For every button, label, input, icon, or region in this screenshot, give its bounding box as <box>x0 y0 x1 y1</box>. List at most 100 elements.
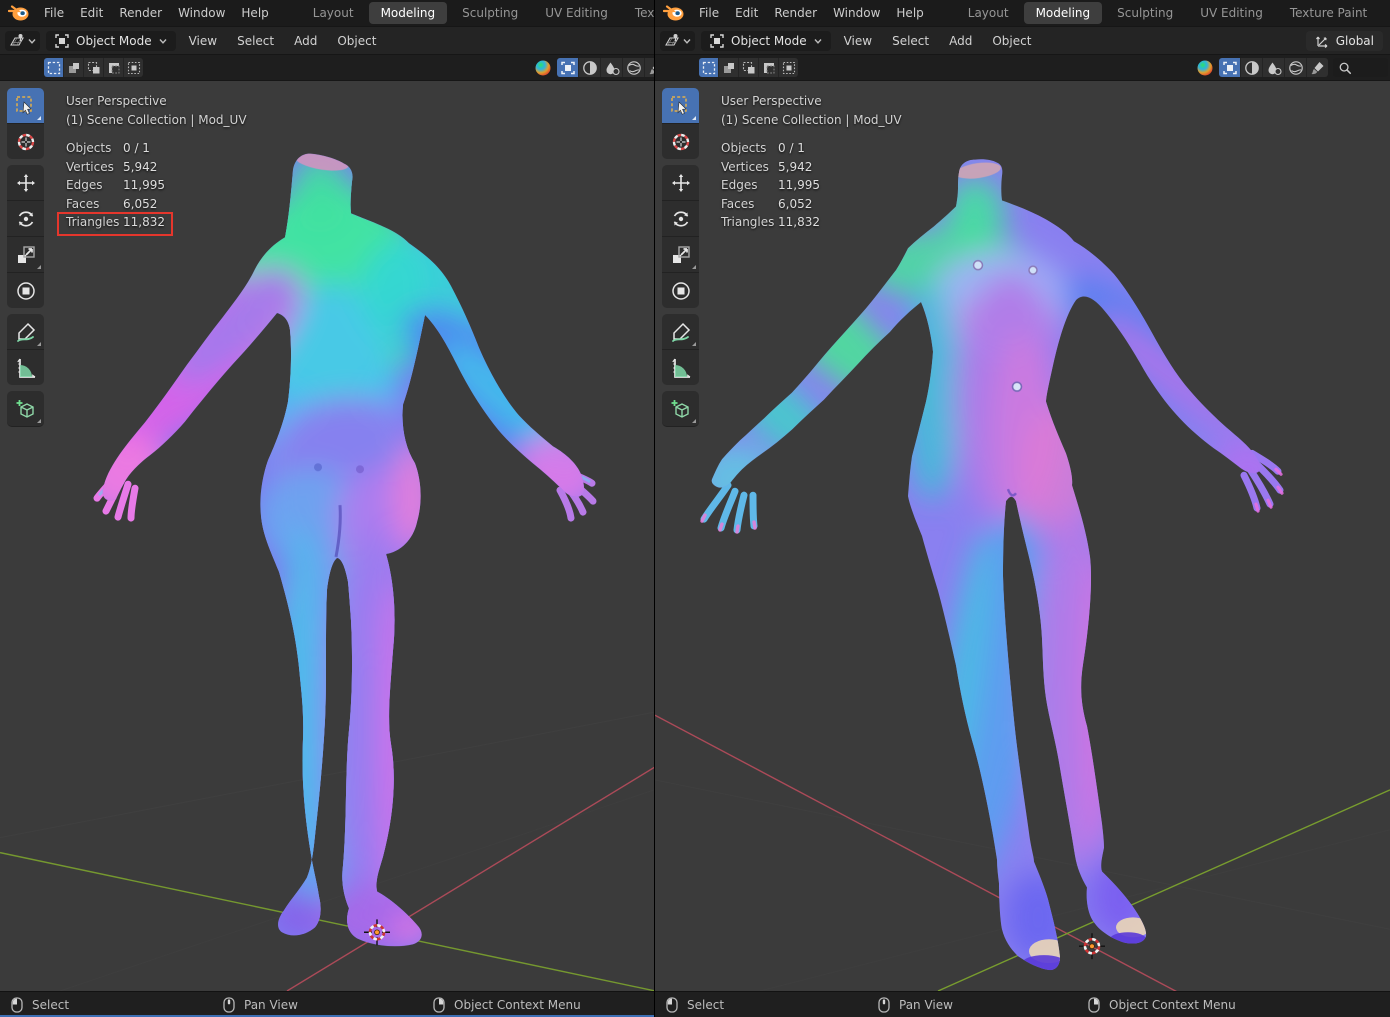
brush-icon[interactable] <box>645 58 654 77</box>
tab-modeling[interactable]: Modeling <box>1024 2 1103 24</box>
overlays-icon[interactable] <box>579 58 601 77</box>
select-mode-new[interactable] <box>719 58 739 77</box>
select-mode-tweak[interactable] <box>699 58 719 77</box>
rendered-shading-icon[interactable] <box>1285 58 1307 77</box>
select-mode-subtract[interactable] <box>104 58 124 77</box>
blender-window-right: File Edit Render Window Help Layout Mode… <box>655 0 1390 1017</box>
select-mode-extend[interactable] <box>84 58 104 77</box>
material-preview-icon[interactable] <box>601 58 623 77</box>
orientation-dropdown[interactable]: Global <box>1306 31 1383 51</box>
select-mode-subtract[interactable] <box>759 58 779 77</box>
xray-toggle-icon[interactable] <box>1219 58 1241 77</box>
tab-modeling[interactable]: Modeling <box>369 2 448 24</box>
gizmo-sphere-icon[interactable] <box>1196 59 1214 77</box>
tool-add-cube[interactable] <box>7 391 44 427</box>
menu-select[interactable]: Select <box>885 31 936 51</box>
viewport-3d[interactable]: User Perspective (1) Scene Collection | … <box>0 81 654 991</box>
tool-tweak-select[interactable] <box>7 88 44 124</box>
tool-tweak-select[interactable] <box>662 88 699 124</box>
tool-transform[interactable] <box>7 273 44 308</box>
menu-help[interactable]: Help <box>233 3 276 23</box>
tab-layout[interactable]: Layout <box>956 2 1021 24</box>
tool-rotate[interactable] <box>662 201 699 237</box>
view-perspective-label: User Perspective <box>66 92 247 111</box>
tool-measure[interactable] <box>7 350 44 385</box>
editor-type-selector[interactable] <box>660 31 695 51</box>
editor-type-selector[interactable] <box>5 31 40 51</box>
chevron-down-icon <box>682 36 692 46</box>
chevron-down-icon <box>813 36 823 46</box>
menu-window[interactable]: Window <box>170 3 233 23</box>
workspace-tabs: Layout Modeling Sculpting UV Editing Tex… <box>301 0 655 26</box>
menu-file[interactable]: File <box>691 3 727 23</box>
mode-label: Object Mode <box>731 34 807 48</box>
menu-edit[interactable]: Edit <box>727 3 766 23</box>
shading-cluster <box>534 58 654 77</box>
select-mode-intersect[interactable] <box>124 58 143 77</box>
search-field[interactable] <box>1333 58 1388 77</box>
object-mode-icon <box>709 33 725 49</box>
tool-add-cube[interactable] <box>662 391 699 427</box>
rendered-shading-icon[interactable] <box>623 58 645 77</box>
menu-view[interactable]: View <box>837 31 879 51</box>
tool-scale[interactable] <box>662 237 699 273</box>
mode-dropdown[interactable]: Object Mode <box>46 31 176 51</box>
tool-cursor[interactable] <box>7 124 44 159</box>
stat-faces: Faces6,052 <box>721 195 902 214</box>
editor-type-icon <box>8 33 26 49</box>
tool-measure[interactable] <box>662 350 699 385</box>
menu-object[interactable]: Object <box>985 31 1038 51</box>
tab-uv-editing[interactable]: UV Editing <box>1188 2 1275 24</box>
gizmo-sphere-icon[interactable] <box>534 59 552 77</box>
menu-window[interactable]: Window <box>825 3 888 23</box>
tab-layout[interactable]: Layout <box>301 2 366 24</box>
status-select: Select <box>666 992 724 1017</box>
tab-shading[interactable]: Shading <box>1382 2 1390 24</box>
material-preview-icon[interactable] <box>1263 58 1285 77</box>
tool-move[interactable] <box>662 165 699 201</box>
tool-scale[interactable] <box>7 237 44 273</box>
tool-cursor[interactable] <box>662 124 699 159</box>
tool-settings-bar <box>0 55 654 81</box>
menu-render[interactable]: Render <box>111 3 170 23</box>
tool-annotate[interactable] <box>7 314 44 350</box>
stat-vertices: Vertices5,942 <box>721 158 902 177</box>
select-mode-group <box>699 58 798 77</box>
tool-rotate[interactable] <box>7 201 44 237</box>
select-mode-intersect[interactable] <box>779 58 798 77</box>
menu-edit[interactable]: Edit <box>72 3 111 23</box>
tool-move[interactable] <box>7 165 44 201</box>
viewport-header: Object Mode View Select Add Object <box>0 26 654 55</box>
select-mode-new[interactable] <box>64 58 84 77</box>
cursor-3d-icon <box>1079 933 1105 959</box>
overlays-icon[interactable] <box>1241 58 1263 77</box>
status-pan-view: Pan View <box>878 992 953 1017</box>
tab-sculpting[interactable]: Sculpting <box>1105 2 1185 24</box>
select-mode-extend[interactable] <box>739 58 759 77</box>
menu-select[interactable]: Select <box>230 31 281 51</box>
menu-file[interactable]: File <box>36 3 72 23</box>
mouse-middle-icon <box>878 997 890 1013</box>
select-mode-tweak[interactable] <box>44 58 64 77</box>
tab-texture-paint[interactable]: Texture Paint <box>623 2 655 24</box>
tab-texture-paint[interactable]: Texture Paint <box>1278 2 1379 24</box>
menu-object[interactable]: Object <box>330 31 383 51</box>
menu-render[interactable]: Render <box>766 3 825 23</box>
brush-icon[interactable] <box>1307 58 1328 77</box>
stat-vertices: Vertices5,942 <box>66 158 247 177</box>
tool-annotate[interactable] <box>662 314 699 350</box>
tool-transform[interactable] <box>662 273 699 308</box>
editor-type-icon <box>663 33 681 49</box>
menu-view[interactable]: View <box>182 31 224 51</box>
tab-uv-editing[interactable]: UV Editing <box>533 2 620 24</box>
menu-add[interactable]: Add <box>942 31 979 51</box>
mode-dropdown[interactable]: Object Mode <box>701 31 831 51</box>
chevron-down-icon <box>27 36 37 46</box>
tab-sculpting[interactable]: Sculpting <box>450 2 530 24</box>
menu-help[interactable]: Help <box>888 3 931 23</box>
viewport-3d[interactable]: User Perspective (1) Scene Collection | … <box>655 81 1390 991</box>
xray-toggle-icon[interactable] <box>557 58 579 77</box>
mouse-left-icon <box>666 997 678 1013</box>
menu-add[interactable]: Add <box>287 31 324 51</box>
shading-cluster <box>1196 58 1388 77</box>
